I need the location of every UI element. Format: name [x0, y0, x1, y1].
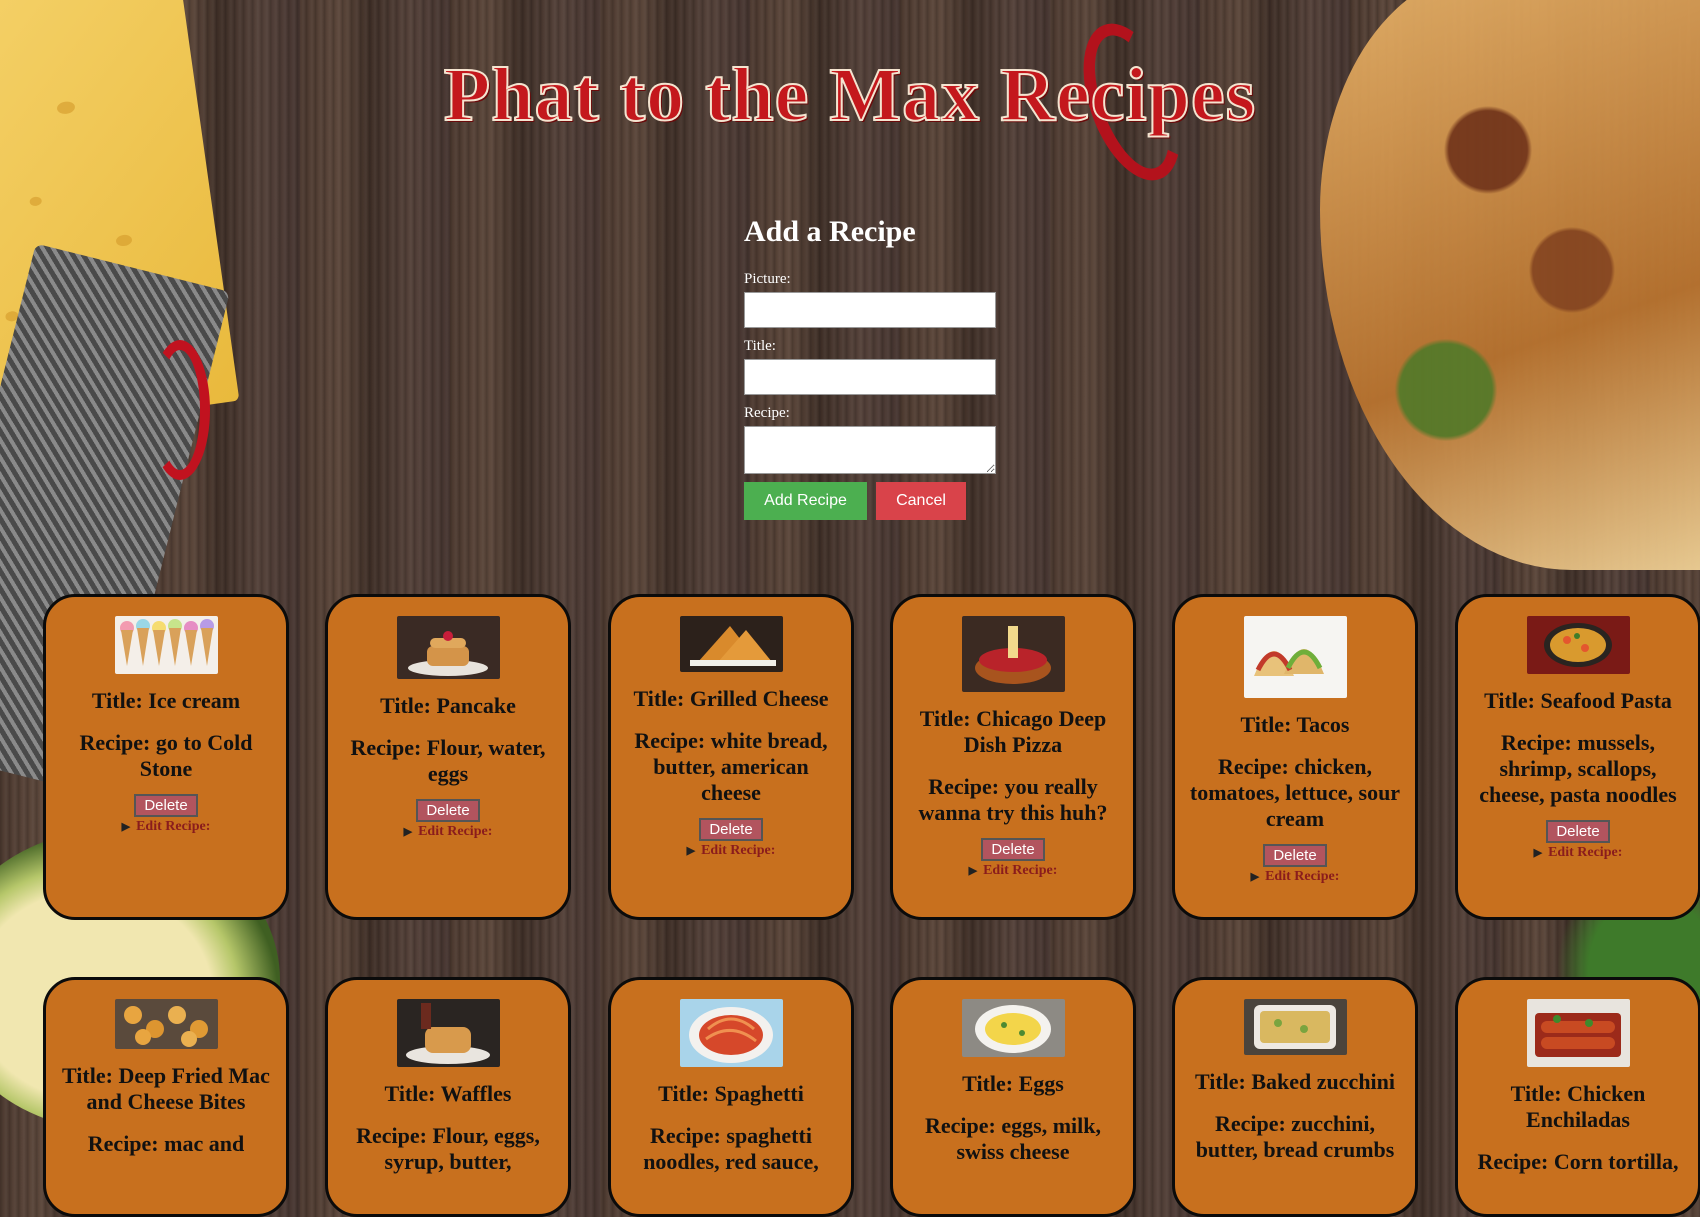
recipe-title: Title: Tacos — [1240, 712, 1350, 737]
edit-recipe-label: Edit Recipe: — [136, 819, 211, 834]
edit-recipe-label: Edit Recipe: — [418, 824, 493, 839]
delete-button[interactable]: Delete — [134, 794, 198, 817]
recipe-card: Title: Eggs Recipe: eggs, milk, swiss ch… — [890, 977, 1136, 1217]
recipe-text: Recipe: mussels, shrimp, scallops, chees… — [1479, 730, 1677, 807]
recipe-title: Title: Eggs — [962, 1071, 1064, 1096]
baked-zucchini-image — [1243, 999, 1347, 1055]
delete-button[interactable]: Delete — [416, 799, 480, 822]
chili-pepper-decoration — [150, 340, 210, 480]
chicken-enchiladas-image — [1526, 999, 1630, 1067]
add-recipe-form: Add a Recipe Picture: Title: Recipe: Add… — [744, 215, 1004, 520]
deep-dish-pizza-image — [961, 616, 1065, 692]
recipe-title: Title: Pancake — [380, 693, 516, 718]
recipe-card: Title: Chicken Enchiladas Recipe: Corn t… — [1455, 977, 1700, 1217]
title-input[interactable] — [744, 359, 996, 395]
delete-button[interactable]: Delete — [699, 818, 763, 841]
edit-recipe-toggle[interactable]: ▶ Edit Recipe: — [328, 824, 568, 840]
recipe-text: Recipe: spaghetti noodles, red sauce, — [643, 1123, 819, 1174]
recipe-text: Recipe: you really wanna try this huh? — [918, 774, 1108, 825]
recipe-text: Recipe: go to Cold Stone — [79, 730, 253, 781]
picture-input[interactable] — [744, 292, 996, 328]
eggs-image — [961, 999, 1065, 1057]
recipe-title: Title: Baked zucchini — [1194, 1069, 1396, 1094]
ice-cream-image — [114, 616, 218, 674]
recipe-title: Title: Ice cream — [91, 688, 241, 713]
recipe-text: Recipe: Flour, eggs, syrup, butter, — [356, 1123, 540, 1174]
title-label: Title: — [744, 338, 776, 354]
recipe-card: Title: Deep Fried Mac and Cheese Bites R… — [43, 977, 289, 1217]
triangle-right-icon: ▶ — [121, 821, 131, 833]
recipe-label: Recipe: — [744, 405, 790, 421]
edit-recipe-toggle[interactable]: ▶ Edit Recipe: — [611, 843, 851, 859]
recipe-text: Recipe: Corn tortilla, — [1477, 1149, 1679, 1174]
recipe-card: Title: Spaghetti Recipe: spaghetti noodl… — [608, 977, 854, 1217]
recipe-text: Recipe: eggs, milk, swiss cheese — [925, 1113, 1101, 1164]
spaghetti-image — [679, 999, 783, 1067]
seafood-pasta-image — [1526, 616, 1630, 674]
form-buttons: Add Recipe Cancel — [744, 482, 1004, 520]
recipe-card: Title: Ice cream Recipe: go to Cold Ston… — [43, 594, 289, 920]
recipe-card: Title: Tacos Recipe: chicken, tomatoes, … — [1172, 594, 1418, 920]
tacos-image — [1243, 616, 1347, 698]
recipe-card: Title: Baked zucchini Recipe: zucchini, … — [1172, 977, 1418, 1217]
recipe-text: Recipe: chicken, tomatoes, lettuce, sour… — [1189, 754, 1401, 831]
triangle-right-icon: ▶ — [1250, 871, 1260, 883]
recipe-card: Title: Chicago Deep Dish Pizza Recipe: y… — [890, 594, 1136, 920]
recipe-text: Recipe: white bread, butter, american ch… — [634, 728, 828, 805]
recipe-card: Title: Pancake Recipe: Flour, water, egg… — [325, 594, 571, 920]
recipe-title: Title: Grilled Cheese — [633, 686, 829, 711]
edit-recipe-label: Edit Recipe: — [701, 843, 776, 858]
grilled-cheese-image — [679, 616, 783, 672]
delete-button[interactable]: Delete — [981, 838, 1045, 861]
edit-recipe-toggle[interactable]: ▶ Edit Recipe: — [1458, 845, 1698, 861]
edit-recipe-label: Edit Recipe: — [1265, 869, 1340, 884]
triangle-right-icon: ▶ — [968, 865, 978, 877]
recipe-text: Recipe: zucchini, butter, bread crumbs — [1195, 1111, 1395, 1162]
recipe-text: Recipe: mac and — [87, 1131, 245, 1156]
page-title: Phat to the Max Recipes — [443, 52, 1257, 138]
recipe-title: Title: Deep Fried Mac and Cheese Bites — [62, 1063, 270, 1114]
edit-recipe-label: Edit Recipe: — [1548, 845, 1623, 860]
delete-button[interactable]: Delete — [1546, 820, 1610, 843]
recipe-card: Title: Waffles Recipe: Flour, eggs, syru… — [325, 977, 571, 1217]
edit-recipe-toggle[interactable]: ▶ Edit Recipe: — [1175, 869, 1415, 885]
recipe-card: Title: Grilled Cheese Recipe: white brea… — [608, 594, 854, 920]
recipe-title: Title: Waffles — [384, 1081, 512, 1106]
recipe-card: Title: Seafood Pasta Recipe: mussels, sh… — [1455, 594, 1700, 920]
edit-recipe-toggle[interactable]: ▶ Edit Recipe: — [46, 819, 286, 835]
triangle-right-icon: ▶ — [1533, 847, 1543, 859]
add-recipe-button[interactable]: Add Recipe — [744, 482, 867, 520]
edit-recipe-label: Edit Recipe: — [983, 863, 1058, 878]
triangle-right-icon: ▶ — [686, 845, 696, 857]
cancel-button[interactable]: Cancel — [876, 482, 966, 520]
recipe-textarea[interactable] — [744, 426, 996, 474]
edit-recipe-toggle[interactable]: ▶ Edit Recipe: — [893, 863, 1133, 879]
triangle-right-icon: ▶ — [403, 826, 413, 838]
recipe-title: Title: Seafood Pasta — [1484, 688, 1672, 713]
recipe-text: Recipe: Flour, water, eggs — [350, 735, 546, 786]
pancake-image — [396, 616, 500, 679]
delete-button[interactable]: Delete — [1263, 844, 1327, 867]
mac-and-cheese-bites-image — [114, 999, 218, 1049]
recipe-title: Title: Chicken Enchiladas — [1510, 1081, 1646, 1132]
form-heading: Add a Recipe — [744, 215, 916, 248]
waffles-image — [396, 999, 500, 1067]
picture-label: Picture: — [744, 271, 791, 287]
recipe-title: Title: Spaghetti — [658, 1081, 804, 1106]
recipe-title: Title: Chicago Deep Dish Pizza — [919, 706, 1107, 757]
